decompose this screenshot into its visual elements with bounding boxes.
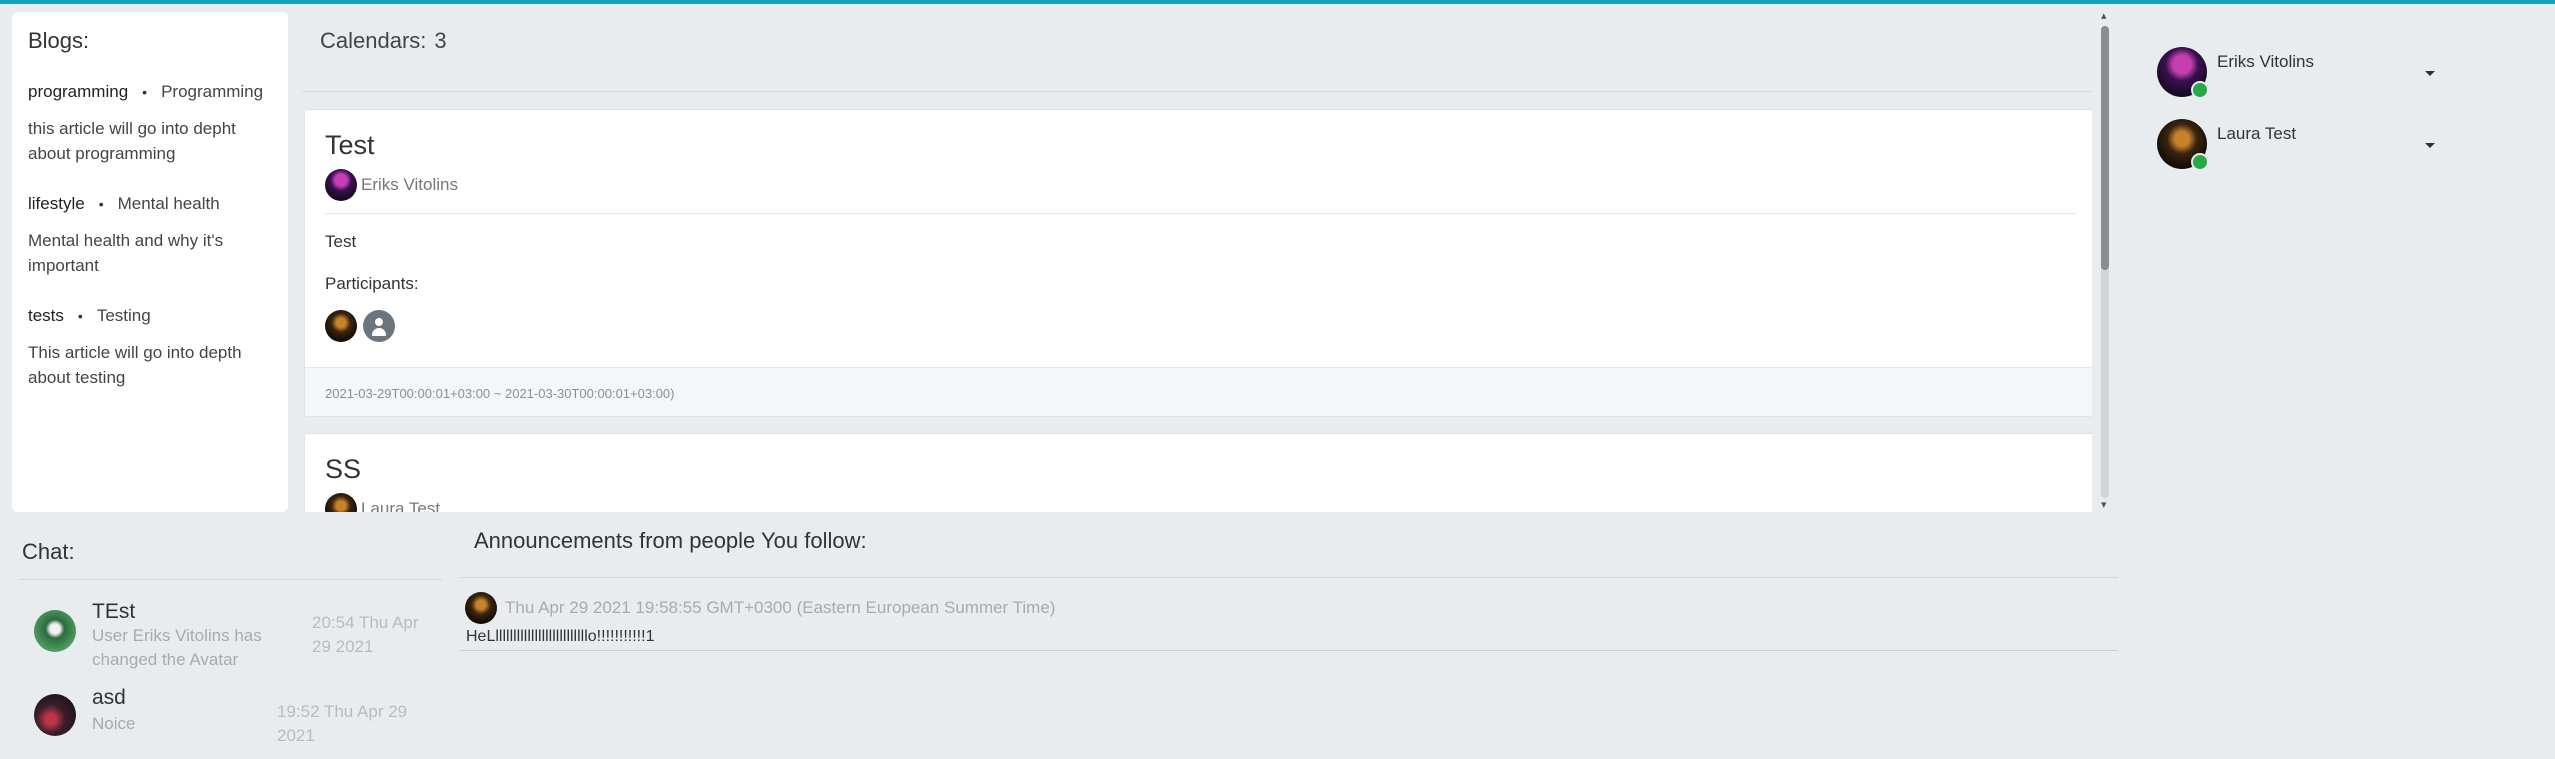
blog-item[interactable]: programming • Programming this article w… [28,82,272,166]
announcements-title: Announcements from people You follow: [474,528,867,553]
blog-title[interactable]: Testing [97,306,151,326]
blogs-panel: Blogs: programming • Programming this ar… [12,12,288,512]
author-name[interactable]: Laura Test [361,499,440,512]
chat-name: TEst [92,600,136,623]
calendars-count: 3 [434,28,447,53]
divider [460,650,2118,651]
scroll-up-icon[interactable]: ▴ [2101,9,2107,22]
calendars-scrollbar[interactable]: ▴ ▾ [2098,9,2112,512]
announcement-date: Thu Apr 29 2021 19:58:55 GMT+0300 (Easte… [505,598,1056,617]
event-timespan: 2021-03-29T00:00:01+03:00 ~ 2021-03-30T0… [305,367,2092,416]
chevron-down-icon[interactable] [2425,143,2435,148]
divider [460,577,2118,578]
scroll-thumb[interactable] [2101,26,2109,270]
chat-last-message: Noice [92,714,136,733]
online-status-icon [2191,81,2209,99]
separator-dot: • [77,308,83,324]
announcement-text: HeLllllllllllllllllllllllllllo!!!!!!!!!!… [466,628,655,645]
blog-item[interactable]: tests • Testing This article will go int… [28,306,272,390]
blog-description: Mental health and why it's important [28,231,224,275]
default-user-icon[interactable] [363,310,395,342]
chat-name: asd [92,686,126,709]
online-status-icon [2191,153,2209,171]
participants-list [325,310,2075,342]
chat-time: 19:52 Thu Apr 29 2021 [277,702,408,745]
chat-title: Chat: [22,539,75,564]
event-card[interactable]: SS Laura Test [304,433,2092,512]
scroll-down-icon[interactable]: ▾ [2101,498,2107,511]
blog-category[interactable]: lifestyle [28,194,85,214]
blog-category[interactable]: tests [28,306,64,326]
blog-title[interactable]: Mental health [118,194,220,214]
announcement-avatar[interactable] [465,592,497,624]
author-avatar [325,493,357,512]
chat-avatar [34,694,76,736]
participant-avatar[interactable] [325,310,357,342]
friend-item[interactable]: Laura Test [2157,119,2437,171]
event-card[interactable]: Test Eriks Vitolins Test Participants: 2… [304,109,2092,417]
blog-item[interactable]: lifestyle • Mental health Mental health … [28,194,272,278]
announcements-panel: Announcements from people You follow: Th… [460,525,2118,651]
friend-avatar[interactable] [2157,119,2209,171]
chat-time: 20:54 Thu Apr 29 2021 [312,613,419,656]
blog-description: This article will go into depth about te… [28,343,242,387]
blog-title[interactable]: Programming [161,82,263,102]
friend-name[interactable]: Eriks Vitolins [2217,52,2314,72]
separator-dot: • [142,84,148,100]
chat-item[interactable]: TEst User Eriks Vitolins has changed the… [34,600,444,672]
chevron-down-icon[interactable] [2425,71,2435,76]
blog-category[interactable]: programming [28,82,128,102]
calendars-header: Calendars: 3 [302,12,2092,92]
calendars-panel: Calendars: 3 Test Eriks Vitolins Test Par… [302,12,2092,512]
divider [20,579,442,580]
announcement-header: Thu Apr 29 2021 19:58:55 GMT+0300 (Easte… [465,592,2118,624]
chat-avatar [34,610,76,652]
chat-last-message: User Eriks Vitolins has changed the Avat… [92,626,262,669]
author-avatar [325,169,357,201]
friend-name[interactable]: Laura Test [2217,124,2296,144]
author-name[interactable]: Eriks Vitolins [361,175,458,195]
event-author[interactable]: Laura Test [325,493,2075,512]
chat-panel: Chat: TEst User Eriks Vitolins has chang… [20,525,442,755]
friend-avatar[interactable] [2157,47,2209,99]
separator-dot: • [98,196,104,212]
calendars-label: Calendars: [320,28,427,53]
chat-item[interactable]: asd Noice 19:52 Thu Apr 29 2021 [34,686,444,745]
divider [325,213,2077,214]
event-author[interactable]: Eriks Vitolins [325,169,2075,201]
event-title: SS [325,454,362,484]
participants-label: Participants: [325,274,419,293]
blogs-title: Blogs: [28,28,90,53]
event-description: Test [325,232,357,251]
top-accent-bar [0,0,2555,4]
blog-description: this article will go into depht about pr… [28,119,236,163]
event-title: Test [325,130,375,160]
friend-item[interactable]: Eriks Vitolins [2157,47,2437,99]
